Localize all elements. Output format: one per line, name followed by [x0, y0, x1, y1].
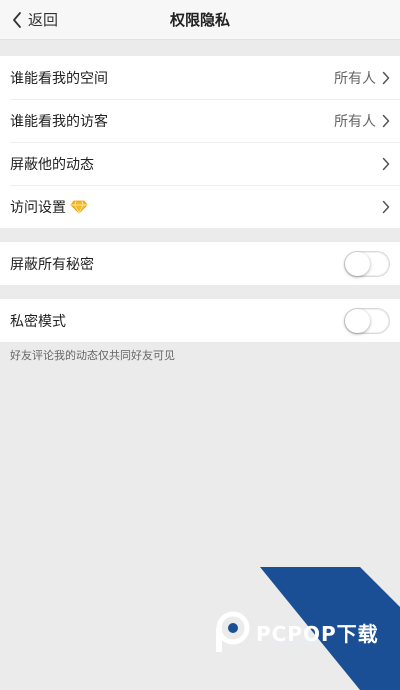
who-can-see-visitors-row[interactable]: 谁能看我的访客 所有人 — [0, 99, 400, 142]
access-settings-row[interactable]: 访问设置 — [0, 185, 400, 228]
private-mode-row: 私密模式 — [0, 299, 400, 342]
block-all-secrets-toggle[interactable] — [344, 250, 390, 277]
chevron-right-icon — [382, 71, 390, 85]
toggle-knob — [345, 251, 370, 276]
block-all-secrets-row: 屏蔽所有秘密 — [0, 242, 400, 285]
row-label: 访问设置 — [10, 199, 66, 216]
block-his-updates-row[interactable]: 屏蔽他的动态 — [0, 142, 400, 185]
private-mode-hint: 好友评论我的动态仅共同好友可见 — [10, 349, 175, 362]
pcpop-logo-icon — [216, 611, 250, 652]
privacy-settings-group: 谁能看我的空间 所有人 谁能看我的访客 所有人 屏蔽他的动态 访问设置 — [0, 56, 400, 228]
nav-bar: 返回 权限隐私 — [0, 0, 400, 40]
row-label: 屏蔽所有秘密 — [10, 256, 94, 273]
chevron-right-icon — [382, 200, 390, 214]
block-secrets-group: 屏蔽所有秘密 — [0, 242, 400, 285]
row-label-wrap: 访问设置 — [10, 197, 382, 217]
row-label: 私密模式 — [10, 313, 66, 330]
private-mode-group: 私密模式 — [0, 299, 400, 342]
toggle-knob — [345, 308, 370, 333]
chevron-right-icon — [382, 114, 390, 128]
chevron-right-icon — [382, 157, 390, 171]
who-can-see-space-row[interactable]: 谁能看我的空间 所有人 — [0, 56, 400, 99]
row-label: 谁能看我的访客 — [10, 113, 108, 130]
chevron-left-icon — [13, 11, 21, 28]
row-value: 所有人 — [334, 70, 376, 87]
private-mode-toggle[interactable] — [344, 307, 390, 334]
back-label: 返回 — [28, 11, 59, 29]
diamond-vip-icon — [70, 200, 88, 214]
row-label: 谁能看我的空间 — [10, 70, 108, 87]
page-title: 权限隐私 — [169, 11, 230, 29]
section-gap — [0, 228, 400, 242]
section-gap — [0, 40, 400, 56]
watermark-subtitle: PCPOP Download — [258, 640, 319, 648]
section-gap — [0, 285, 400, 299]
row-value: 所有人 — [334, 113, 376, 130]
row-label: 屏蔽他的动态 — [10, 156, 94, 173]
back-button[interactable]: 返回 — [0, 9, 58, 30]
